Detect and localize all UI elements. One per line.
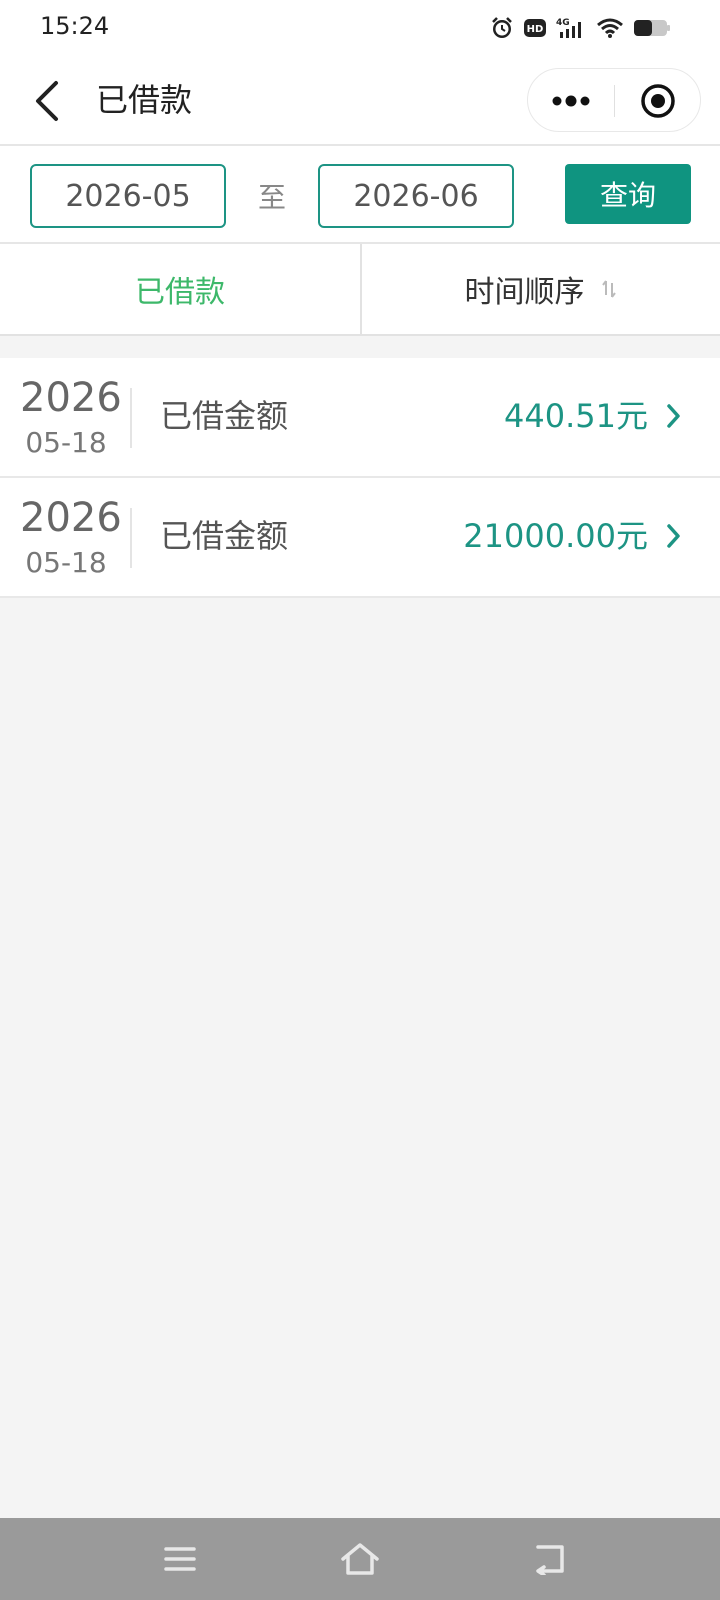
tab-borrowed[interactable]: 已借款: [0, 244, 360, 334]
start-date-picker[interactable]: 2026-05: [30, 164, 226, 228]
date-filter-bar: 2026-05 至 2026-06 查询: [0, 146, 720, 244]
system-nav-bar: [0, 1518, 720, 1600]
tab-bar: 已借款 时间顺序: [0, 244, 720, 336]
to-label: 至: [258, 181, 287, 214]
more-dots-icon: [552, 95, 590, 107]
chevron-right-icon: [667, 524, 680, 548]
record-divider: [130, 508, 132, 568]
status-icons: HD 4G: [490, 16, 670, 40]
back-button[interactable]: [22, 76, 72, 126]
tab-borrowed-label: 已借款: [135, 275, 225, 310]
chevron-right-icon: [667, 404, 680, 428]
wifi-icon: [597, 18, 623, 38]
target-close-icon: [641, 84, 675, 118]
record-date: 05-18: [25, 426, 107, 459]
battery-icon: [634, 20, 670, 36]
sort-icon: [601, 279, 617, 299]
back-icon: [536, 1545, 564, 1575]
svg-text:HD: HD: [527, 24, 544, 35]
list-item[interactable]: 2026 05-18 已借金额 21000.00元: [0, 478, 720, 598]
more-button[interactable]: [528, 69, 614, 133]
tab-time-order-label: 时间顺序: [464, 275, 585, 310]
record-amount: 440.51元: [504, 397, 648, 435]
nav-bar: 已借款: [0, 56, 720, 146]
alarm-icon: [492, 17, 512, 38]
mini-program-capsule: [527, 68, 701, 132]
svg-text:4G: 4G: [556, 18, 570, 28]
home-icon: [341, 1543, 379, 1575]
record-amount: 21000.00元: [463, 517, 648, 555]
query-button[interactable]: 查询: [565, 164, 691, 224]
record-list: 2026 05-18 已借金额 440.51元 2026 05-18 已借金额 …: [0, 358, 720, 598]
record-year: 2026: [20, 495, 122, 541]
record-divider: [130, 388, 132, 448]
hd-icon: HD: [524, 19, 546, 37]
menu-icon: [164, 1547, 196, 1571]
close-button[interactable]: [615, 69, 701, 133]
status-time: 15:24: [40, 12, 110, 40]
back-arrow-icon: [36, 81, 58, 121]
menu-button[interactable]: [150, 1534, 210, 1584]
list-item[interactable]: 2026 05-18 已借金额 440.51元: [0, 358, 720, 478]
record-label: 已借金额: [160, 517, 289, 555]
home-button[interactable]: [330, 1534, 390, 1584]
status-bar: 15:24 HD 4G: [0, 0, 720, 56]
record-date: 05-18: [25, 546, 107, 579]
tab-time-order[interactable]: 时间顺序: [361, 244, 720, 334]
record-year: 2026: [20, 375, 122, 421]
end-date-picker[interactable]: 2026-06: [318, 164, 514, 228]
record-label: 已借金额: [160, 397, 289, 435]
signal-4g-icon: 4G: [556, 18, 581, 38]
system-back-button[interactable]: [520, 1534, 580, 1584]
page-title: 已借款: [96, 81, 193, 119]
